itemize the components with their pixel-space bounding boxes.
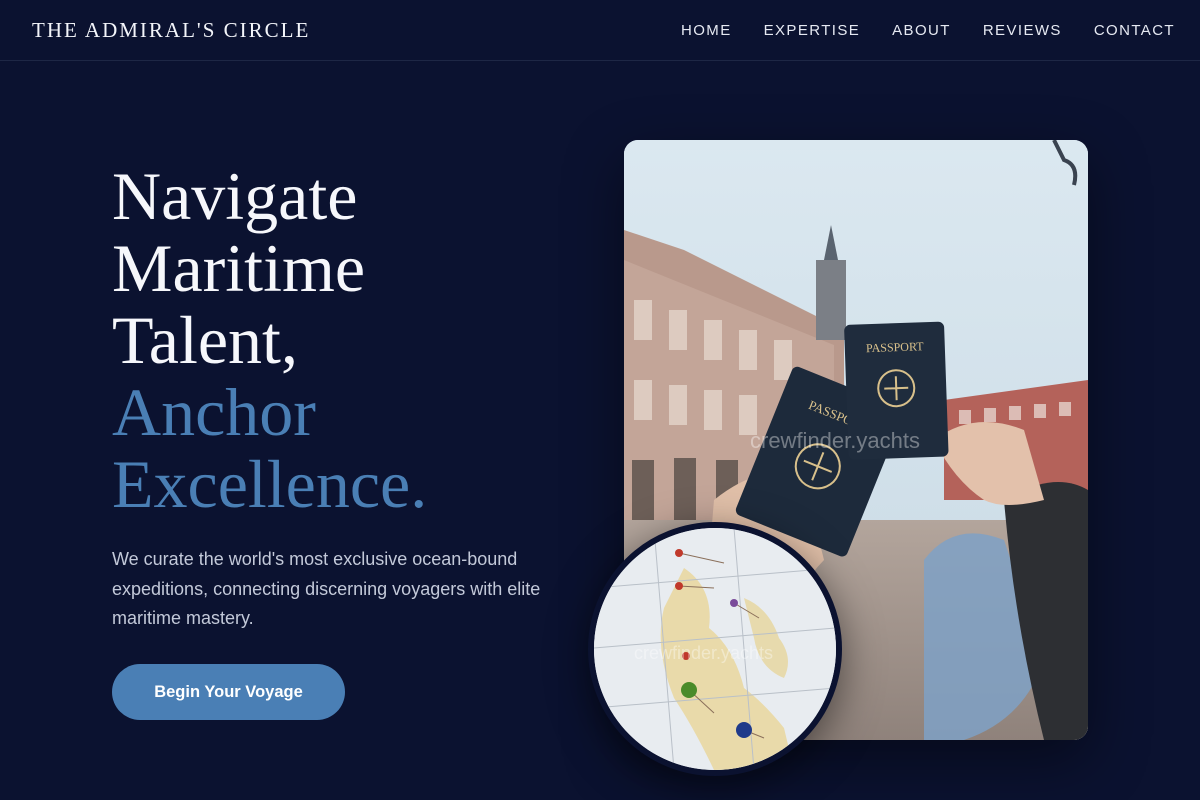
nav-link-home[interactable]: HOME — [681, 22, 732, 39]
headline-accent-line: Excellence. — [112, 446, 428, 522]
map-pins-circle: crewfinder.yachts — [588, 522, 842, 776]
brand-logo[interactable]: THE ADMIRAL'S CIRCLE — [32, 18, 310, 43]
headline-line: Maritime — [112, 230, 366, 306]
top-navigation: THE ADMIRAL'S CIRCLE HOME EXPERTISE ABOU… — [0, 0, 1200, 61]
hero-subtext: We curate the world's most exclusive oce… — [112, 549, 541, 628]
headline-accent-line: Anchor — [112, 374, 316, 450]
hero-headline: Navigate Maritime Talent, Anchor Excelle… — [112, 160, 592, 520]
headline-line: Talent, — [112, 302, 298, 378]
begin-voyage-button[interactable]: Begin Your Voyage — [112, 664, 345, 720]
nav-link-contact[interactable]: CONTACT — [1094, 22, 1175, 39]
nav-link-expertise[interactable]: EXPERTISE — [764, 22, 861, 39]
nav-link-about[interactable]: ABOUT — [892, 22, 951, 39]
passport-label: PASSPORT — [866, 339, 925, 355]
nav-link-reviews[interactable]: REVIEWS — [983, 22, 1062, 39]
headline-line: Navigate — [112, 158, 358, 234]
photo-watermark: crewfinder.yachts — [750, 428, 920, 453]
nav-links: HOME EXPERTISE ABOUT REVIEWS CONTACT — [681, 22, 1175, 39]
map-watermark: crewfinder.yachts — [634, 643, 774, 663]
